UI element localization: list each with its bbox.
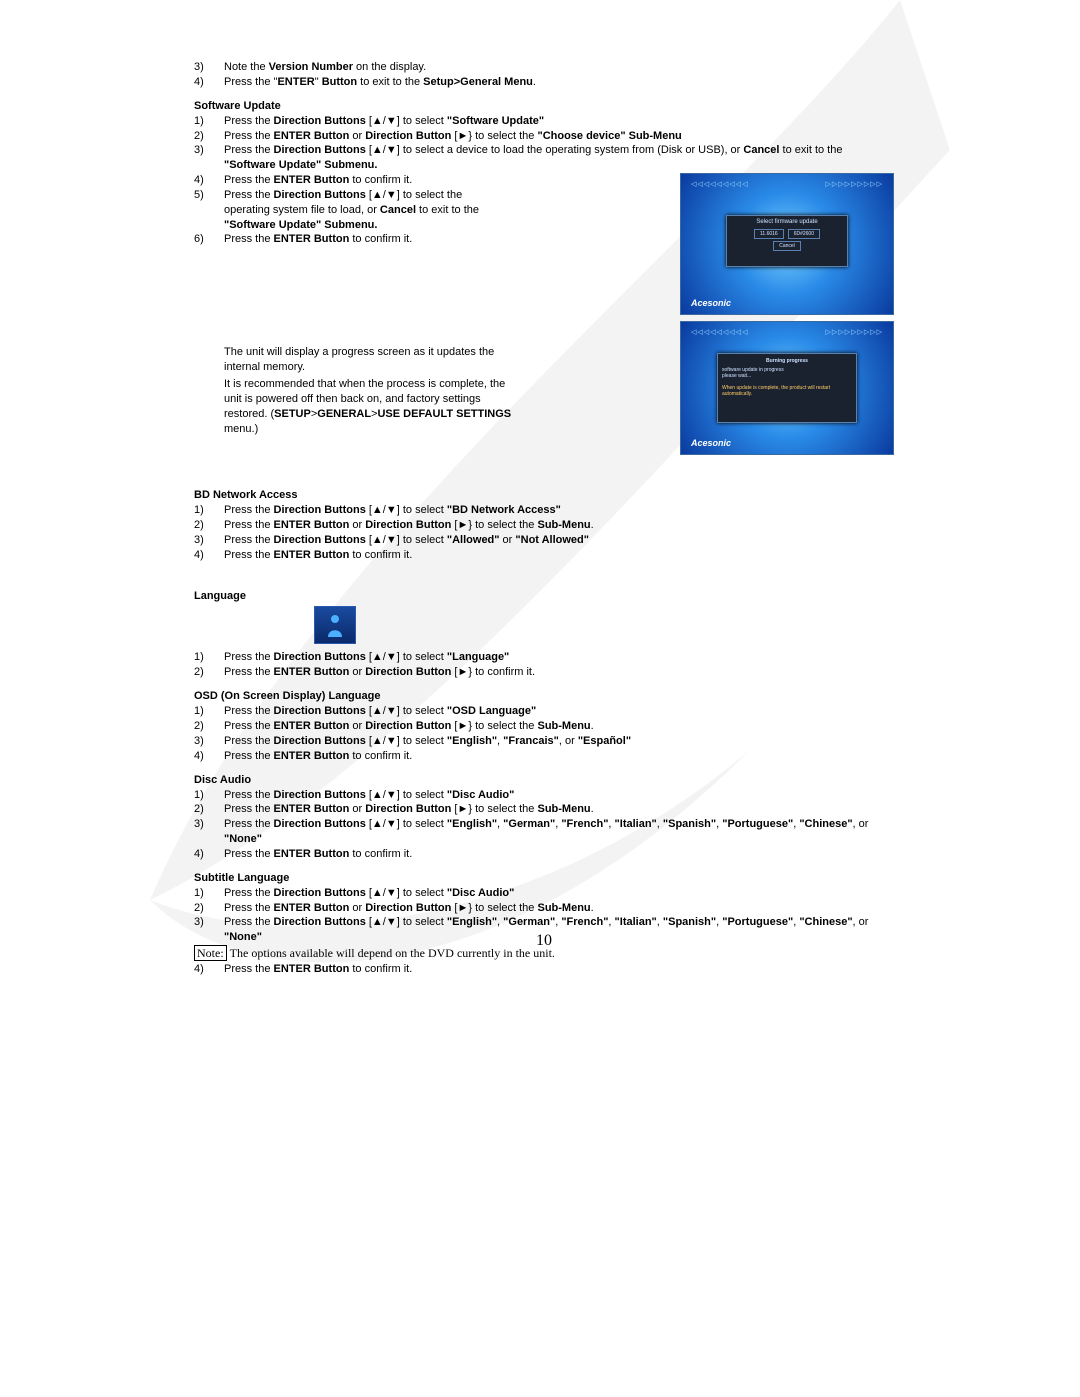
list-item: 4)Press the ENTER Button to confirm it.	[194, 847, 894, 862]
list-item: 5)Press the Direction Buttons [▲/▼] to s…	[194, 188, 668, 233]
language-person-icon	[314, 606, 356, 644]
chevron-left-icon: ◁◁◁◁◁◁◁◁◁	[691, 328, 748, 336]
list-item: 2)Press the ENTER Button or Direction Bu…	[194, 901, 894, 916]
list-item: 1)Press the Direction Buttons [▲/▼] to s…	[194, 503, 894, 518]
list-item: 3)Press the Direction Buttons [▲/▼] to s…	[194, 533, 894, 548]
list-item: 1)Press the Direction Buttons [▲/▼] to s…	[194, 114, 894, 129]
osd-language-list: 1)Press the Direction Buttons [▲/▼] to s…	[194, 704, 894, 763]
list-item: 2)Press the ENTER Button or Direction Bu…	[194, 518, 894, 533]
list-item: 2)Press the ENTER Button or Direction Bu…	[194, 665, 894, 680]
heading-language: Language	[194, 590, 894, 602]
chevron-right-icon: ▷▷▷▷▷▷▷▷▷	[826, 180, 883, 188]
list-item: 3)Note the Version Number on the display…	[194, 60, 894, 75]
heading-bd-network: BD Network Access	[194, 489, 894, 501]
brand-logo: Acesonic	[691, 298, 731, 308]
firmware-select-image: ◁◁◁◁◁◁◁◁◁ ▷▷▷▷▷▷▷▷▷ Select firmware upda…	[680, 173, 894, 315]
list-item: 4)Press the ENTER Button to confirm it.	[194, 548, 894, 563]
fw-cancel: Cancel	[773, 241, 801, 251]
screenshot-progress: ◁◁◁◁◁◁◁◁◁ ▷▷▷▷▷▷▷▷▷ Burning progress sof…	[680, 321, 894, 455]
heading-disc-audio: Disc Audio	[194, 774, 894, 786]
progress-line1: Burning progress	[722, 358, 852, 364]
progress-dialog: Burning progress software update in prog…	[717, 353, 857, 423]
language-icon-wrap	[194, 606, 894, 644]
heading-subtitle-language: Subtitle Language	[194, 872, 894, 884]
fw-option-2: 6D#2600	[788, 229, 820, 239]
chevron-right-icon: ▷▷▷▷▷▷▷▷▷	[826, 328, 883, 336]
progress-para-2: It is recommended that when the process …	[224, 377, 514, 436]
subtitle-language-final: 4)Press the ENTER Button to confirm it.	[194, 962, 894, 977]
list-item: 3)Press the Direction Buttons [▲/▼] to s…	[194, 817, 894, 847]
disc-audio-list: 1)Press the Direction Buttons [▲/▼] to s…	[194, 788, 894, 862]
bd-network-list: 1)Press the Direction Buttons [▲/▼] to s…	[194, 503, 894, 562]
list-item: 2)Press the ENTER Button or Direction Bu…	[194, 129, 894, 144]
chevron-left-icon: ◁◁◁◁◁◁◁◁◁	[691, 180, 748, 188]
content-area: 3)Note the Version Number on the display…	[194, 60, 894, 977]
list-item: 4)Press the ENTER Button to confirm it.	[194, 962, 894, 977]
firmware-dialog: Select firmware update 11.6016 6D#2600 C…	[726, 215, 848, 267]
list-item: 4)Press the ENTER Button to confirm it.	[194, 749, 894, 764]
page: 3)Note the Version Number on the display…	[0, 0, 1080, 1397]
list-item: 2)Press the ENTER Button or Direction Bu…	[194, 719, 894, 734]
list-item: 1)Press the Direction Buttons [▲/▼] to s…	[194, 650, 894, 665]
software-update-list: 1)Press the Direction Buttons [▲/▼] to s…	[194, 114, 894, 173]
intro-list: 3)Note the Version Number on the display…	[194, 60, 894, 90]
progress-line3: please wait...	[722, 373, 852, 379]
dialog-title: Select firmware update	[727, 216, 847, 228]
list-item: 4)Press the "ENTER" Button to exit to th…	[194, 75, 894, 90]
fw-option-1: 11.6016	[754, 229, 784, 239]
list-item: 2)Press the ENTER Button or Direction Bu…	[194, 802, 894, 817]
brand-logo: Acesonic	[691, 438, 731, 448]
list-item: 4)Press the ENTER Button to confirm it.	[194, 173, 668, 188]
language-list: 1)Press the Direction Buttons [▲/▼] to s…	[194, 650, 894, 680]
progress-para-1: The unit will display a progress screen …	[224, 345, 514, 375]
list-item: 1)Press the Direction Buttons [▲/▼] to s…	[194, 788, 894, 803]
list-item: 1)Press the Direction Buttons [▲/▼] to s…	[194, 704, 894, 719]
list-item: 3)Press the Direction Buttons [▲/▼] to s…	[194, 734, 894, 749]
list-item: 1)Press the Direction Buttons [▲/▼] to s…	[194, 886, 894, 901]
list-item: 6)Press the ENTER Button to confirm it.	[194, 232, 668, 247]
heading-software-update: Software Update	[194, 100, 894, 112]
page-number: 10	[194, 932, 894, 950]
screenshot-firmware-select: ◁◁◁◁◁◁◁◁◁ ▷▷▷▷▷▷▷▷▷ Select firmware upda…	[680, 173, 894, 455]
progress-line4: When update is complete, the product wil…	[722, 385, 852, 397]
heading-osd-language: OSD (On Screen Display) Language	[194, 690, 894, 702]
list-item: 3)Press the Direction Buttons [▲/▼] to s…	[194, 143, 894, 173]
